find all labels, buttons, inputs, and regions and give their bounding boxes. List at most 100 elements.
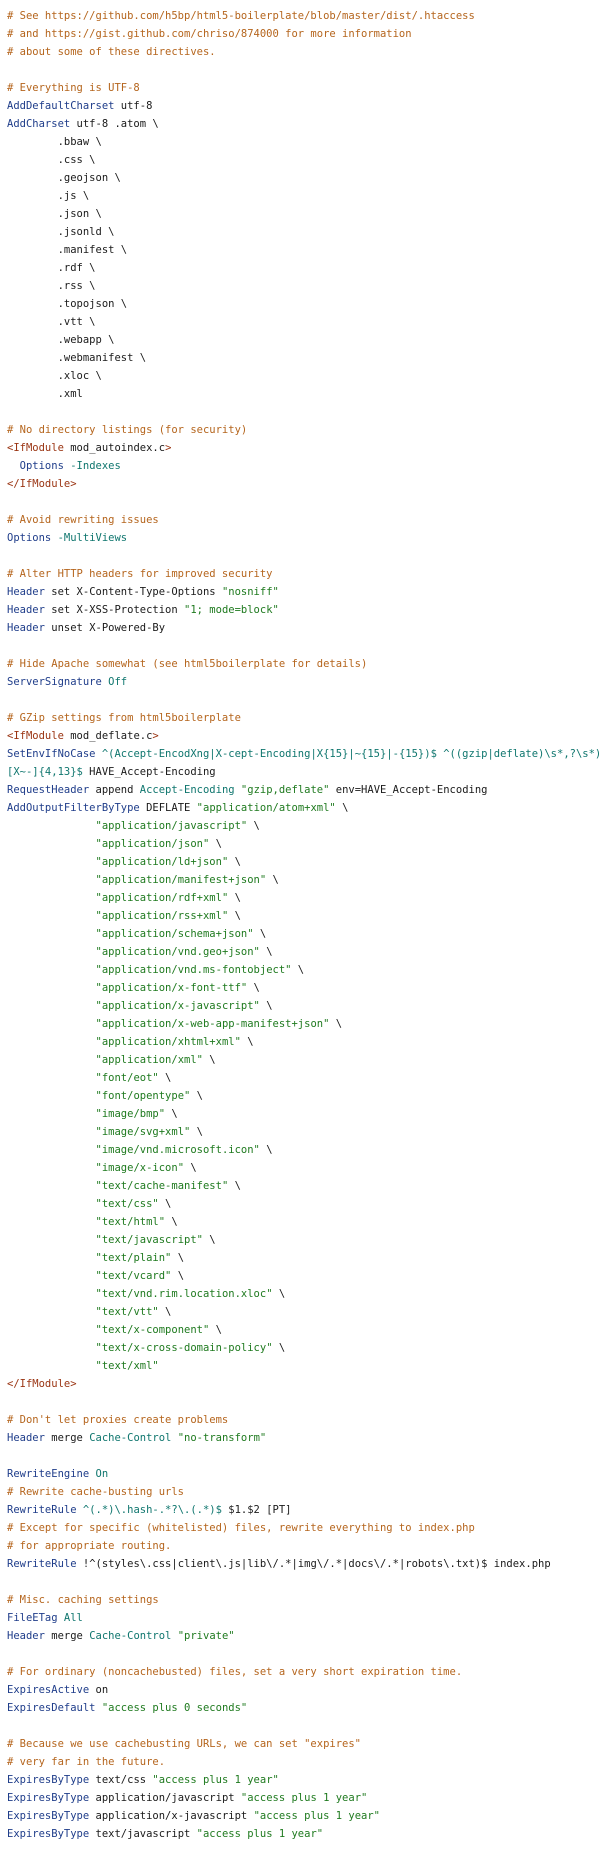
code-line: "application/json" \: [7, 835, 593, 853]
text-token: env=HAVE_Accept-Encoding: [329, 784, 488, 796]
directive-token: AddCharset: [7, 118, 71, 130]
code-line: "text/css" \: [7, 1195, 593, 1213]
string-token: "access plus 0 seconds": [101, 1702, 248, 1714]
code-line: # No directory listings (for security): [7, 421, 593, 439]
text-token: \: [259, 1000, 273, 1012]
directive-token: Options: [7, 532, 52, 544]
string-token: "text/x-cross-domain-policy": [95, 1342, 273, 1354]
code-line: "application/manifest+json" \: [7, 871, 593, 889]
code-line: .js \: [7, 187, 593, 205]
htaccess-code-view: # See https://github.com/h5bp/html5-boil…: [0, 0, 600, 1843]
string-token: "application/x-font-ttf": [95, 982, 248, 994]
code-line: "application/x-font-ttf" \: [7, 979, 593, 997]
code-line: ExpiresByType text/javascript "access pl…: [7, 1825, 593, 1843]
text-token: .css \: [7, 154, 96, 166]
string-token: "access plus 1 year": [240, 1792, 368, 1804]
code-line: # Except for specific (whitelisted) file…: [7, 1519, 593, 1537]
string-token: "access plus 1 year": [196, 1828, 324, 1840]
string-token: "font/eot": [95, 1072, 159, 1084]
string-token: "application/xhtml+xml": [95, 1036, 241, 1048]
string-token: "application/manifest+json": [95, 874, 267, 886]
code-line: RequestHeader append Accept-Encoding "gz…: [7, 781, 593, 799]
string-token: "application/vnd.geo+json": [95, 946, 260, 958]
text-token: merge: [44, 1432, 90, 1444]
text-token: merge: [44, 1630, 90, 1642]
text-token: \: [228, 856, 241, 868]
text-token: .json \: [7, 208, 102, 220]
text-token: \: [228, 1180, 241, 1192]
code-line: [X~-]{4,13}$ HAVE_Accept-Encoding: [7, 763, 593, 781]
text-token: .vtt \: [7, 316, 96, 328]
text-token: \: [259, 946, 273, 958]
comment-token: # very far in the future.: [7, 1756, 166, 1768]
string-token: "font/opentype": [95, 1090, 191, 1102]
text-token: unset X-Powered-By: [44, 622, 166, 634]
string-token: "text/html": [95, 1216, 166, 1228]
text-token: \: [228, 910, 241, 922]
value-token: Cache-Control: [89, 1630, 172, 1642]
comment-token: # about some of these directives.: [7, 46, 216, 58]
string-token: "application/rss+xml": [95, 910, 229, 922]
code-line: .manifest \: [7, 241, 593, 259]
directive-token: AddDefaultCharset: [7, 100, 115, 112]
text-token: \: [329, 1018, 343, 1030]
code-line: AddDefaultCharset utf-8: [7, 97, 593, 115]
directive-token: RewriteRule: [7, 1504, 77, 1516]
text-token: \: [335, 802, 349, 814]
code-line: "application/schema+json" \: [7, 925, 593, 943]
code-line: "application/rdf+xml" \: [7, 889, 593, 907]
text-token: \: [158, 1306, 172, 1318]
code-line: # Rewrite cache-busting urls: [7, 1483, 593, 1501]
text-token: .topojson \: [7, 298, 128, 310]
code-line: .webmanifest \: [7, 349, 593, 367]
text-token: \: [266, 874, 279, 886]
text-token: .rdf \: [7, 262, 96, 274]
comment-token: # GZip settings from html5boilerplate: [7, 712, 241, 724]
comment-token: # Except for specific (whitelisted) file…: [7, 1522, 475, 1534]
code-line: .jsonld \: [7, 223, 593, 241]
text-token: text/javascript: [89, 1828, 197, 1840]
code-line: # Everything is UTF-8: [7, 79, 593, 97]
text-token: application/javascript: [89, 1792, 241, 1804]
comment-token: # Alter HTTP headers for improved securi…: [7, 568, 273, 580]
string-token: "image/x-icon": [95, 1162, 185, 1174]
code-line: "font/opentype" \: [7, 1087, 593, 1105]
text-token: .geojson \: [7, 172, 121, 184]
text-token: HAVE_Accept-Encoding: [82, 766, 216, 778]
code-line: "application/x-web-app-manifest+json" \: [7, 1015, 593, 1033]
code-line: "text/x-cross-domain-policy" \: [7, 1339, 593, 1357]
code-line: .vtt \: [7, 313, 593, 331]
value-token: ^(.*)\.hash-.*?\.(.*)$: [82, 1504, 222, 1516]
code-line: # for appropriate routing.: [7, 1537, 593, 1555]
code-line: # Avoid rewriting issues: [7, 511, 593, 529]
text-token: .xml: [7, 388, 83, 400]
text-token: \: [247, 982, 260, 994]
text-token: .webapp \: [7, 334, 115, 346]
text-token: \: [209, 838, 222, 850]
text-token: \: [272, 1342, 286, 1354]
text-token: text/css: [89, 1774, 153, 1786]
code-line: .xml: [7, 385, 593, 403]
directive-token: ExpiresDefault: [7, 1702, 96, 1714]
text-token: set X-XSS-Protection: [44, 604, 185, 616]
code-line: "application/javascript" \: [7, 817, 593, 835]
directive-token: ExpiresByType: [7, 1792, 90, 1804]
code-line: ExpiresByType text/css "access plus 1 ye…: [7, 1771, 593, 1789]
code-line: # GZip settings from html5boilerplate: [7, 709, 593, 727]
code-line: Options -MultiViews: [7, 529, 593, 547]
code-line: # Hide Apache somewhat (see html5boilerp…: [7, 655, 593, 673]
text-token: \: [202, 1234, 216, 1246]
code-line: "text/javascript" \: [7, 1231, 593, 1249]
string-token: "application/vnd.ms-fontobject": [95, 964, 292, 976]
text-token: application/x-javascript: [89, 1810, 254, 1822]
code-line: "application/ld+json" \: [7, 853, 593, 871]
